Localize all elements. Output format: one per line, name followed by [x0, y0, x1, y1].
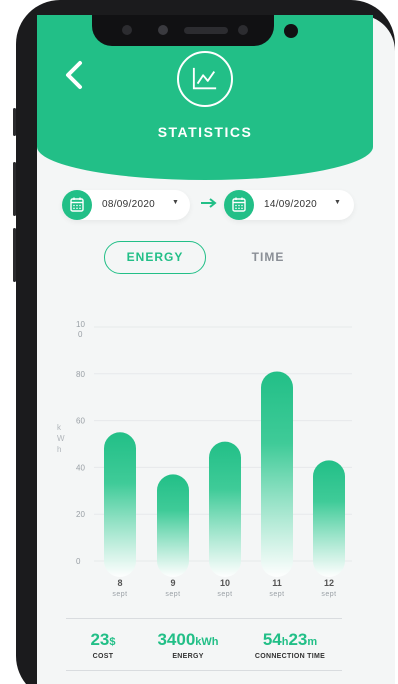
- summary-divider-bottom: [66, 670, 342, 671]
- connection-hours: 54: [262, 630, 282, 649]
- connection-minutes-unit: m: [307, 636, 318, 648]
- connection-time-value: 54h23m: [250, 630, 330, 650]
- bar-11: [261, 371, 293, 577]
- energy-stat: 3400kWh ENERGY: [150, 630, 226, 660]
- y-tick-label: 40: [76, 463, 85, 472]
- connection-minutes: 23: [288, 630, 308, 649]
- x-tick-sublabel: sept: [112, 591, 127, 598]
- energy-bar-chart: 100806040200kWh8sept9sept10sept11sept12s…: [57, 320, 352, 598]
- y-axis-label: h: [57, 445, 61, 454]
- y-tick-label: 80: [76, 370, 85, 379]
- y-tick-label: 0: [76, 557, 81, 566]
- connection-time-label: CONNECTION TIME: [254, 653, 326, 660]
- bar-9: [157, 474, 189, 577]
- y-tick-label: 10: [76, 320, 85, 329]
- y-tick-label: 60: [76, 417, 85, 426]
- x-tick-label: 8: [117, 578, 122, 588]
- cost-stat: 23$ COST: [80, 630, 126, 660]
- x-tick-label: 9: [170, 578, 175, 588]
- energy-number: 3400: [157, 630, 196, 649]
- energy-value: 3400kWh: [150, 630, 226, 650]
- bar-8: [104, 432, 136, 577]
- x-tick-label: 10: [220, 578, 230, 588]
- cost-value: 23$: [80, 630, 126, 650]
- energy-label: ENERGY: [172, 653, 204, 660]
- summary-divider-top: [66, 618, 342, 619]
- energy-unit: kWh: [195, 636, 219, 648]
- x-tick-sublabel: sept: [321, 591, 336, 598]
- y-tick-label: 0: [78, 330, 83, 339]
- x-tick-sublabel: sept: [269, 591, 284, 598]
- bar-12: [313, 460, 345, 577]
- y-axis-label: k: [57, 423, 62, 432]
- x-tick-label: 12: [324, 578, 334, 588]
- x-tick-label: 11: [272, 578, 282, 588]
- cost-unit: $: [109, 636, 116, 648]
- x-tick-sublabel: sept: [165, 591, 180, 598]
- cost-label: COST: [92, 653, 114, 660]
- y-axis-label: W: [57, 434, 65, 443]
- cost-number: 23: [90, 630, 110, 649]
- y-tick-label: 20: [76, 510, 85, 519]
- bar-10: [209, 441, 241, 577]
- x-tick-sublabel: sept: [217, 591, 232, 598]
- connection-time-stat: 54h23m CONNECTION TIME: [250, 630, 330, 660]
